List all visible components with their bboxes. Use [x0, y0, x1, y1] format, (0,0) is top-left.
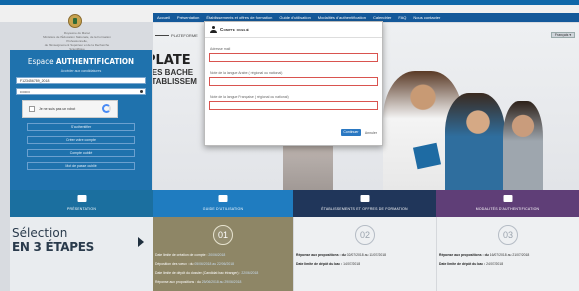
- ministry-text: Royaume du Maroc Ministère de l'Éducatio…: [43, 31, 111, 51]
- step-line-date: 05/06/2018 au 22/06/2018: [194, 262, 234, 266]
- feature-presentation[interactable]: PRÉSENTATION: [10, 190, 153, 217]
- step-line-date: 14/07/2018: [343, 262, 361, 266]
- modal-title: Compte oublié: [220, 27, 250, 32]
- step-line: Date limite de dépôt du dossier (Candida…: [155, 271, 258, 275]
- kingdom-emblem-icon: [68, 14, 82, 28]
- hero-subtitle: DES BACHE ÉTABLISSEM: [153, 68, 197, 86]
- graduation-cap-icon: [360, 195, 369, 202]
- steps-title-line2: EN 3 ÉTAPES: [12, 240, 95, 254]
- french-grade-label: Note de la langue Française ( régional o…: [210, 95, 289, 99]
- login-panel: Espace AUTHENTIFICATION Accéder aux cand…: [10, 50, 152, 190]
- step-line: Réponse aux propositions : du 16/07/2018…: [439, 253, 529, 257]
- guide-icon: [218, 195, 228, 202]
- step-3: 03 Réponse aux propositions : du 16/07/2…: [436, 217, 579, 291]
- nav-item-contact[interactable]: Nous contacter: [413, 15, 440, 20]
- step-line-text: Réponse aux propositions : du: [296, 253, 347, 257]
- language-select[interactable]: Français ▾: [551, 32, 575, 38]
- step-1: 01 Date limite de création de compte : 2…: [153, 217, 293, 291]
- cancel-button[interactable]: Annuler: [365, 131, 377, 135]
- step-line-text: Réponse aux propositions : du: [155, 280, 202, 284]
- step-line-text: Date limite de création de compte :: [155, 253, 209, 257]
- steps-section: Sélection EN 3 ÉTAPES 01 Date limite de …: [10, 217, 579, 291]
- arabic-grade-input[interactable]: [209, 77, 378, 86]
- student-photo-right: [445, 93, 505, 190]
- email-label: Adresse mail: [210, 47, 231, 51]
- student-photo-far-right: [503, 101, 543, 190]
- recaptcha-label: Je ne suis pas un robot: [39, 107, 76, 111]
- nav-item-presentation[interactable]: Présentation: [177, 15, 199, 20]
- arrow-right-icon: [138, 237, 144, 247]
- step-line-text: Déposition des vœux : du: [155, 262, 195, 266]
- feature-label: MODALITÉS D'AUTHENTIFICATION: [475, 207, 540, 211]
- nav-item-faq[interactable]: FAQ: [398, 15, 406, 20]
- feature-label: GUIDE D'UTILISATION: [202, 207, 244, 211]
- email-input[interactable]: [209, 53, 378, 62]
- step-line: Date limite de création de compte : 20/0…: [155, 253, 225, 257]
- forgot-account-modal: Compte oublié Adresse mail Note de la la…: [204, 21, 383, 146]
- eye-icon[interactable]: [140, 90, 143, 93]
- login-subtitle: Accéder aux candidatures: [60, 69, 102, 73]
- step-line-date: 22/06/2018: [241, 271, 259, 275]
- step-line: Réponse aux propositions : du 25/06/2018…: [155, 280, 241, 284]
- feature-strip: PRÉSENTATION GUIDE D'UTILISATION ÉTABLIS…: [10, 190, 579, 217]
- arabic-grade-label: Note de la langue Arabe ( régional ou na…: [210, 71, 283, 75]
- recaptcha-checkbox[interactable]: [29, 106, 35, 112]
- step-number: 01: [213, 225, 233, 245]
- login-title-prefix: Espace: [27, 57, 56, 66]
- nav-item-accueil[interactable]: Accueil: [157, 15, 170, 20]
- user-icon: [210, 26, 217, 33]
- feature-guide[interactable]: GUIDE D'UTILISATION: [153, 190, 293, 217]
- step-line: Date limite de dépôt du bac : 14/07/2018: [296, 262, 360, 266]
- step-2: 02 Réponse aux propositions : du 02/07/2…: [293, 217, 436, 291]
- login-panel-title: Espace AUTHENTIFICATION: [10, 57, 152, 66]
- nav-item-guide[interactable]: Guide d'utilisation: [279, 15, 310, 20]
- hero-title: PLATE: [153, 53, 191, 68]
- modal-actions: Continuer Annuler: [340, 129, 377, 136]
- recaptcha-logo-icon: [102, 104, 111, 113]
- modal-header: Compte oublié: [205, 22, 382, 38]
- step-line: Date limite de dépôt du bac : 24/07/2018: [439, 262, 503, 266]
- top-blue-strip: [0, 0, 579, 5]
- french-grade-input[interactable]: [209, 101, 378, 110]
- step-line-date: 16/07/2018 au 21/07/2018: [489, 253, 530, 257]
- hero-subtitle-line1: DES BACHE: [153, 68, 194, 77]
- nav-item-modalites[interactable]: Modalités d'authentification: [318, 15, 366, 20]
- step-number: 02: [355, 225, 375, 245]
- nav-item-calendrier[interactable]: Calendrier: [373, 15, 391, 20]
- id-card-icon: [503, 195, 512, 202]
- nav-item-etablissements[interactable]: Établissements et offres de formation: [206, 15, 272, 20]
- recaptcha-widget: Je ne suis pas un robot: [22, 100, 118, 118]
- step-line-date: 24/07/2018: [486, 262, 504, 266]
- step-line-text: Réponse aux propositions : du: [439, 253, 490, 257]
- forgot-password-button[interactable]: Mot de passe oublié: [27, 162, 135, 170]
- step-line-text: Date limite de dépôt du bac :: [439, 262, 487, 266]
- login-field[interactable]: F123456789_2018: [16, 77, 146, 84]
- step-line: Déposition des vœux : du 05/06/2018 au 2…: [155, 262, 234, 266]
- password-value: ••••••••: [20, 90, 30, 94]
- login-title-bold: AUTHENTIFICATION: [55, 57, 135, 66]
- authenticate-button[interactable]: S'authentifier: [27, 123, 135, 131]
- password-field[interactable]: ••••••••: [16, 88, 146, 95]
- feature-etablissements[interactable]: ÉTABLISSEMENTS ET OFFRES DE FORMATION: [293, 190, 436, 217]
- step-line: Réponse aux propositions : du 02/07/2018…: [296, 253, 386, 257]
- step-line-date: 20/06/2018: [208, 253, 226, 257]
- create-account-button[interactable]: Créer votre compte: [27, 136, 135, 144]
- feature-label: PRÉSENTATION: [66, 207, 97, 211]
- forgot-account-button[interactable]: Compte oublié: [27, 149, 135, 157]
- step-line-date: 25/06/2018 au 29/06/2018: [201, 280, 242, 284]
- step-line-text: Date limite de dépôt du bac :: [296, 262, 344, 266]
- presentation-icon: [77, 195, 86, 202]
- continue-button[interactable]: Continuer: [340, 129, 361, 136]
- step-number: 03: [498, 225, 518, 245]
- step-line-text: Date limite de dépôt du dossier (Candida…: [155, 271, 242, 275]
- hero-subtitle-line2: ÉTABLISSEM: [153, 77, 197, 86]
- hero-tab-label: PLATEFORME: [155, 33, 198, 38]
- steps-title-line1: Sélection: [12, 226, 68, 240]
- step-line-date: 02/07/2018 au 11/07/2018: [346, 253, 387, 257]
- feature-authentification[interactable]: MODALITÉS D'AUTHENTIFICATION: [436, 190, 579, 217]
- feature-label: ÉTABLISSEMENTS ET OFFRES DE FORMATION: [321, 207, 408, 211]
- steps-intro: Sélection EN 3 ÉTAPES: [10, 217, 153, 291]
